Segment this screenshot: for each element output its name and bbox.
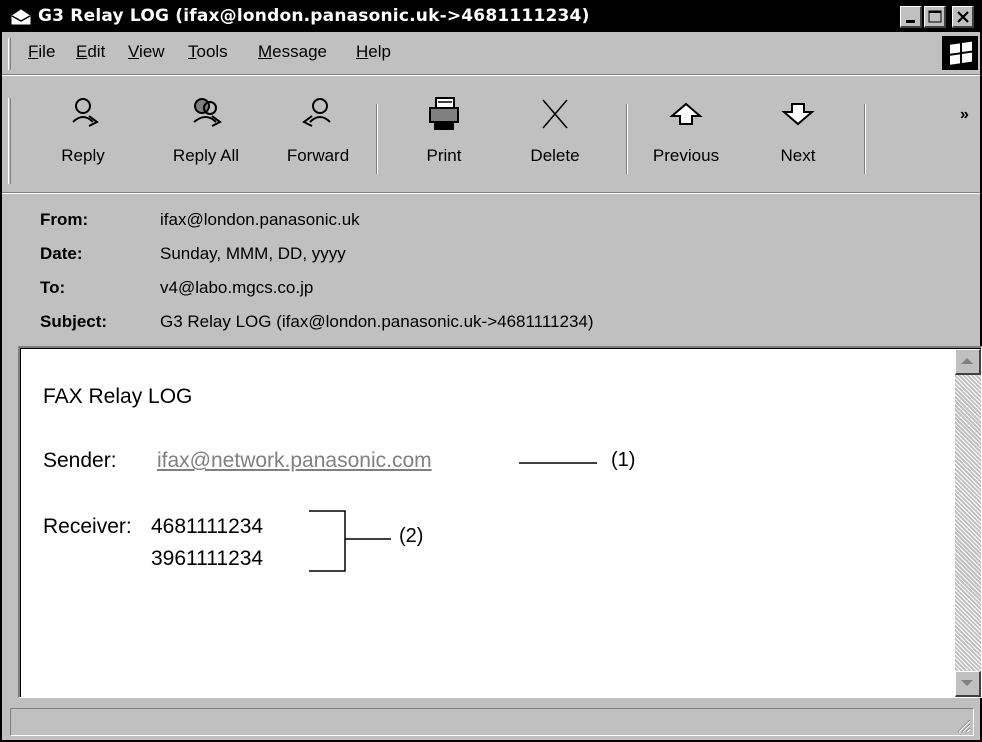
toolbar-more-chevron[interactable]: » <box>960 106 969 124</box>
date-label: Date: <box>40 244 83 263</box>
reply-all-icon <box>162 96 250 132</box>
reply-all-button[interactable]: Reply All <box>162 96 250 184</box>
toolbar: Reply Reply All Forward Print Delete Pre… <box>2 76 980 194</box>
windows-flag-icon <box>942 36 978 70</box>
toolbar-separator <box>864 104 866 174</box>
status-bar <box>10 708 974 736</box>
scroll-track[interactable] <box>955 375 981 671</box>
date-value: Sunday, MMM, DD, yyyy <box>160 244 346 263</box>
from-label: From: <box>40 210 89 229</box>
forward-icon <box>278 96 358 132</box>
up-arrow-icon <box>640 96 732 132</box>
resize-grip-icon[interactable] <box>953 715 971 733</box>
message-headers: From: ifax@london.panasonic.uk Date: Sun… <box>2 194 980 342</box>
previous-label: Previous <box>652 146 720 165</box>
to-label: To: <box>40 278 66 297</box>
menu-grip[interactable] <box>8 38 11 70</box>
subject-label: Subject: <box>40 312 108 331</box>
subject-value: G3 Relay LOG (ifax@london.panasonic.uk->… <box>160 312 594 331</box>
scroll-up-button[interactable] <box>955 349 981 375</box>
envelope-icon <box>10 8 32 26</box>
message-body-frame: FAX Relay LOG Sender: ifax@network.panas… <box>20 348 981 697</box>
print-label: Print <box>426 146 462 165</box>
menu-help[interactable]: Help <box>356 42 391 62</box>
reply-button[interactable]: Reply <box>48 96 118 184</box>
reply-all-label: Reply All <box>172 146 240 165</box>
forward-button[interactable]: Forward <box>278 96 358 184</box>
menu-file[interactable]: File <box>28 42 55 62</box>
to-value: v4@labo.mgcs.co.jp <box>160 278 314 297</box>
message-window: G3 Relay LOG (ifax@london.panasonic.uk->… <box>0 0 982 742</box>
message-body-pane[interactable]: FAX Relay LOG Sender: ifax@network.panas… <box>18 346 982 698</box>
callout-1-label: (1) <box>611 449 636 471</box>
window-title: G3 Relay LOG (ifax@london.panasonic.uk->… <box>38 6 590 26</box>
reply-icon <box>48 96 118 132</box>
print-button[interactable]: Print <box>414 96 474 184</box>
previous-button[interactable]: Previous <box>640 96 732 184</box>
minimize-button[interactable] <box>900 6 922 28</box>
forward-label: Forward <box>286 146 350 165</box>
delete-x-icon <box>520 96 590 132</box>
menu-edit[interactable]: Edit <box>76 42 105 62</box>
next-button[interactable]: Next <box>768 96 828 184</box>
toolbar-separator <box>626 104 628 174</box>
menu-view[interactable]: View <box>128 42 165 62</box>
vertical-scrollbar[interactable] <box>955 349 981 697</box>
printer-icon <box>414 96 474 132</box>
toolbar-separator <box>376 104 378 174</box>
title-bar[interactable]: G3 Relay LOG (ifax@london.panasonic.uk->… <box>2 2 980 32</box>
callout-lines <box>309 462 597 572</box>
scroll-down-button[interactable] <box>955 671 981 697</box>
maximize-button[interactable] <box>924 6 946 28</box>
delete-button[interactable]: Delete <box>520 96 590 184</box>
close-button[interactable] <box>952 6 974 28</box>
menu-message[interactable]: Message <box>258 42 327 62</box>
menu-tools[interactable]: Tools <box>188 42 228 62</box>
toolbar-grip[interactable] <box>8 98 11 184</box>
from-value: ifax@london.panasonic.uk <box>160 210 360 229</box>
menu-bar: File Edit View Tools Message Help <box>2 34 980 74</box>
delete-label: Delete <box>530 146 580 165</box>
reply-label: Reply <box>61 146 105 165</box>
next-label: Next <box>780 146 816 165</box>
down-arrow-icon <box>768 96 828 132</box>
callout-2-label: (2) <box>399 525 424 547</box>
